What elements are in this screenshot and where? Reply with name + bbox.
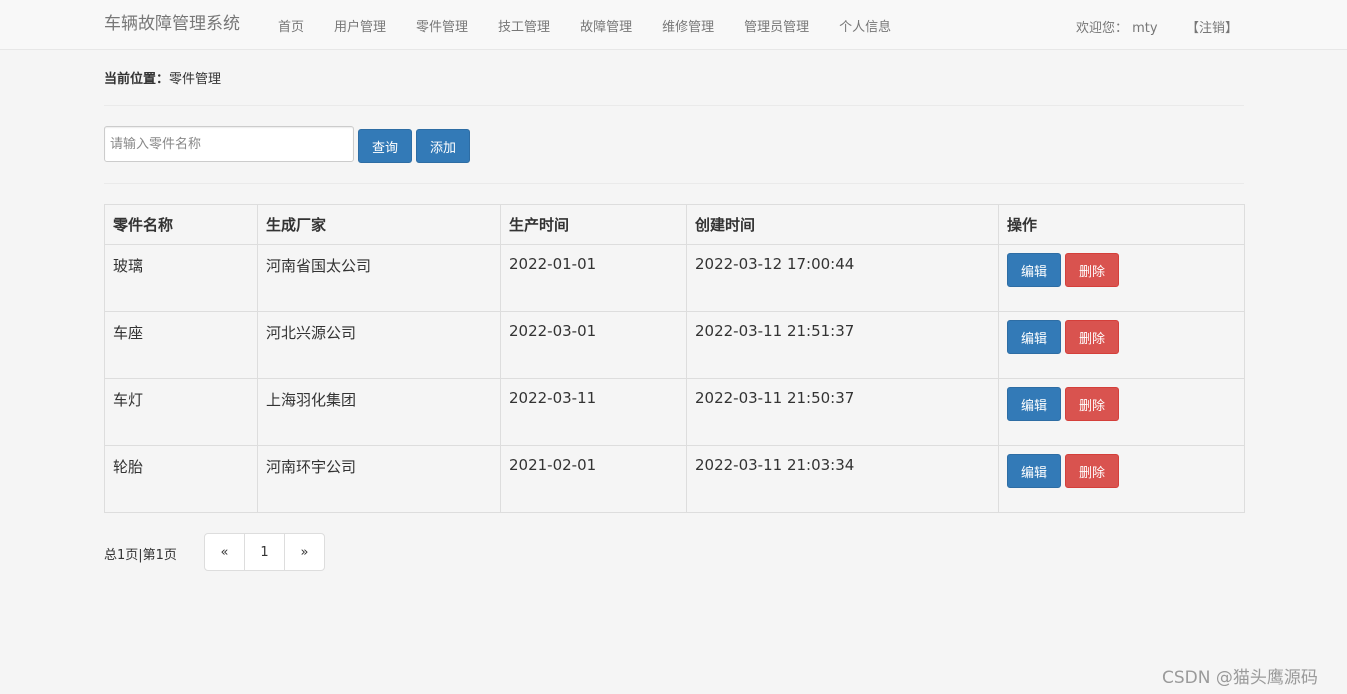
cell-created-time: 2022-03-11 21:03:34: [686, 445, 999, 513]
delete-button[interactable]: 删除: [1065, 454, 1119, 488]
cell-actions: 编辑 删除: [998, 244, 1245, 312]
delete-button[interactable]: 删除: [1065, 253, 1119, 287]
nav-item-repairs[interactable]: 维修管理: [662, 16, 714, 35]
csdn-watermark: CSDN @猫头鹰源码: [1162, 668, 1318, 688]
cell-production-date: 2021-02-01: [500, 445, 687, 513]
breadcrumb-label: 当前位置：: [104, 72, 170, 87]
top-navbar: 车辆故障管理系统 首页 用户管理 零件管理 技工管理 故障管理 维修管理 管理员…: [0, 0, 1347, 50]
nav-item-users[interactable]: 用户管理: [334, 16, 386, 35]
nav-menu: 首页 用户管理 零件管理 技工管理 故障管理 维修管理 管理员管理 个人信息: [278, 0, 921, 50]
breadcrumb: 当前位置：零件管理: [104, 68, 221, 87]
table-row: 车座 河北兴源公司 2022-03-01 2022-03-11 21:51:37…: [104, 311, 1245, 379]
delete-button[interactable]: 删除: [1065, 320, 1119, 354]
prev-page-button[interactable]: «: [204, 533, 245, 571]
parts-table: 零件名称 生成厂家 生产时间 创建时间 操作 玻璃 河南省国太公司 2022-0…: [104, 204, 1245, 513]
edit-button[interactable]: 编辑: [1007, 387, 1061, 421]
add-button[interactable]: 添加: [416, 129, 470, 163]
delete-button[interactable]: 删除: [1065, 387, 1119, 421]
cell-part-name: 车座: [104, 311, 258, 379]
nav-item-home[interactable]: 首页: [278, 16, 304, 35]
cell-maker: 河北兴源公司: [257, 311, 501, 379]
cell-created-time: 2022-03-11 21:50:37: [686, 378, 999, 446]
cell-maker: 河南省国太公司: [257, 244, 501, 312]
table-row: 玻璃 河南省国太公司 2022-01-01 2022-03-12 17:00:4…: [104, 244, 1245, 312]
page-summary: 总1页|第1页: [104, 548, 177, 563]
cell-created-time: 2022-03-12 17:00:44: [686, 244, 999, 312]
cell-production-date: 2022-01-01: [500, 244, 687, 312]
next-page-button[interactable]: »: [284, 533, 325, 571]
edit-button[interactable]: 编辑: [1007, 454, 1061, 488]
divider-bottom: [104, 183, 1244, 184]
table-row: 轮胎 河南环宇公司 2021-02-01 2022-03-11 21:03:34…: [104, 445, 1245, 513]
breadcrumb-current: 零件管理: [169, 72, 222, 87]
header-created-time: 创建时间: [686, 204, 999, 245]
nav-item-faults[interactable]: 故障管理: [580, 16, 632, 35]
cell-maker: 河南环宇公司: [257, 445, 501, 513]
cell-part-name: 车灯: [104, 378, 258, 446]
header-part-name: 零件名称: [104, 204, 258, 245]
cell-created-time: 2022-03-11 21:51:37: [686, 311, 999, 379]
cell-actions: 编辑 删除: [998, 445, 1245, 513]
header-production-date: 生产时间: [500, 204, 687, 245]
welcome-text: 欢迎您： mty: [1076, 21, 1158, 36]
divider-top: [104, 105, 1244, 106]
header-maker: 生成厂家: [257, 204, 501, 245]
brand-title[interactable]: 车辆故障管理系统: [104, 13, 240, 35]
cell-actions: 编辑 删除: [998, 311, 1245, 379]
cell-production-date: 2022-03-01: [500, 311, 687, 379]
nav-item-admins[interactable]: 管理员管理: [744, 16, 809, 35]
part-name-search-input[interactable]: [104, 126, 354, 162]
edit-button[interactable]: 编辑: [1007, 253, 1061, 287]
table-header-row: 零件名称 生成厂家 生产时间 创建时间 操作: [104, 204, 1245, 245]
cell-production-date: 2022-03-11: [500, 378, 687, 446]
page-number-button[interactable]: 1: [244, 533, 285, 571]
cell-maker: 上海羽化集团: [257, 378, 501, 446]
nav-item-profile[interactable]: 个人信息: [839, 16, 891, 35]
query-button[interactable]: 查询: [358, 129, 412, 163]
table-row: 车灯 上海羽化集团 2022-03-11 2022-03-11 21:50:37…: [104, 378, 1245, 446]
logout-link[interactable]: 【注销】: [1186, 17, 1238, 36]
header-actions: 操作: [998, 204, 1245, 245]
nav-item-technicians[interactable]: 技工管理: [498, 16, 550, 35]
nav-item-parts[interactable]: 零件管理: [416, 16, 468, 35]
cell-part-name: 玻璃: [104, 244, 258, 312]
edit-button[interactable]: 编辑: [1007, 320, 1061, 354]
cell-actions: 编辑 删除: [998, 378, 1245, 446]
pagination: « 1 »: [204, 533, 325, 571]
cell-part-name: 轮胎: [104, 445, 258, 513]
